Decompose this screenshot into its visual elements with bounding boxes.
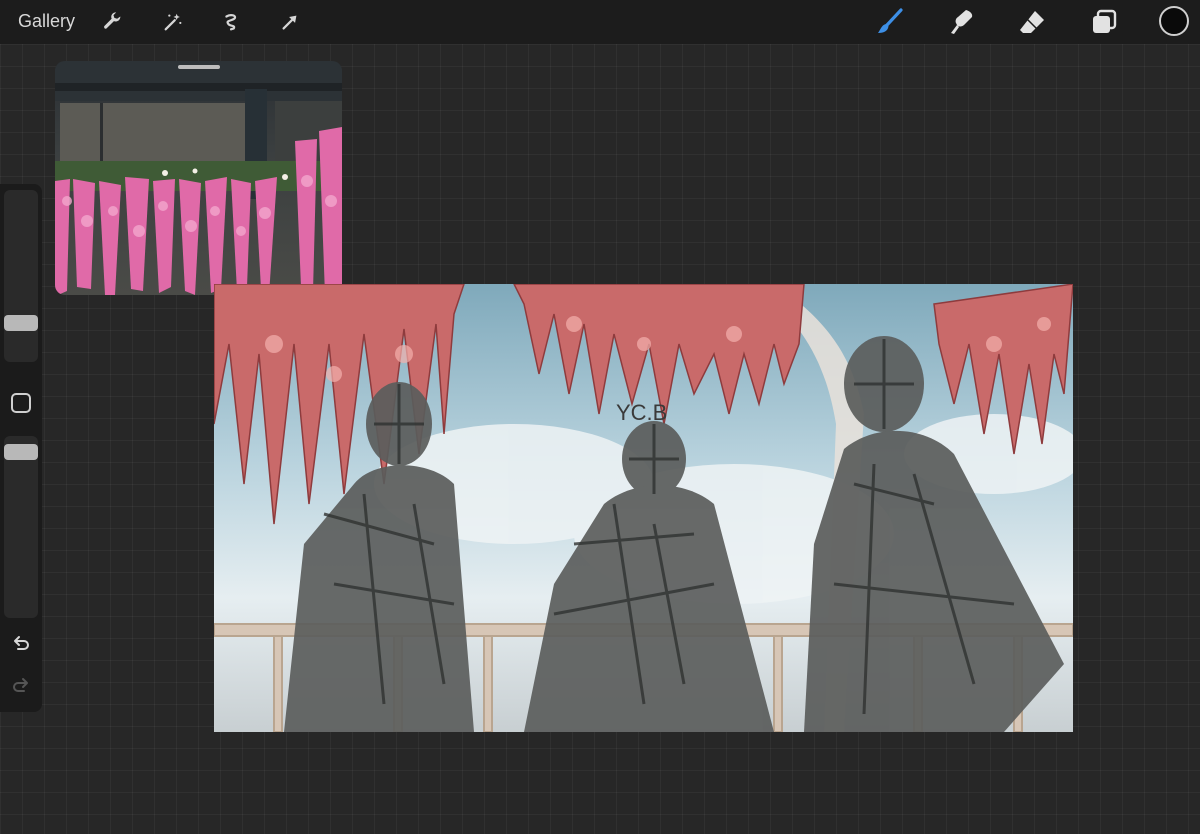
undo-icon[interactable] bbox=[10, 632, 32, 654]
left-sidebar bbox=[0, 184, 42, 712]
brush-icon[interactable] bbox=[873, 5, 907, 39]
reference-photo bbox=[55, 61, 342, 295]
eraser-icon[interactable] bbox=[1015, 5, 1049, 39]
reference-drag-handle[interactable] bbox=[178, 65, 220, 69]
selection-icon[interactable] bbox=[217, 8, 245, 36]
color-picker-swatch[interactable] bbox=[1159, 6, 1189, 36]
reference-window[interactable] bbox=[55, 61, 342, 295]
smudge-icon[interactable] bbox=[944, 5, 978, 39]
layers-icon[interactable] bbox=[1087, 5, 1121, 39]
artwork: YC.B bbox=[214, 284, 1073, 732]
artwork-sketch-text: YC.B bbox=[616, 400, 667, 425]
gallery-button[interactable]: Gallery bbox=[18, 11, 75, 32]
opacity-thumb[interactable] bbox=[4, 444, 38, 460]
brush-size-slider[interactable] bbox=[4, 190, 38, 362]
drawing-canvas[interactable]: YC.B bbox=[214, 284, 1073, 732]
magic-wand-icon[interactable] bbox=[159, 8, 187, 36]
transform-arrow-icon[interactable] bbox=[276, 8, 304, 36]
modify-button[interactable] bbox=[11, 393, 31, 413]
opacity-slider[interactable] bbox=[4, 436, 38, 618]
brush-size-thumb[interactable] bbox=[4, 315, 38, 331]
redo-icon[interactable] bbox=[10, 674, 32, 696]
top-toolbar: Gallery bbox=[0, 0, 1200, 44]
wrench-icon[interactable] bbox=[99, 8, 127, 36]
